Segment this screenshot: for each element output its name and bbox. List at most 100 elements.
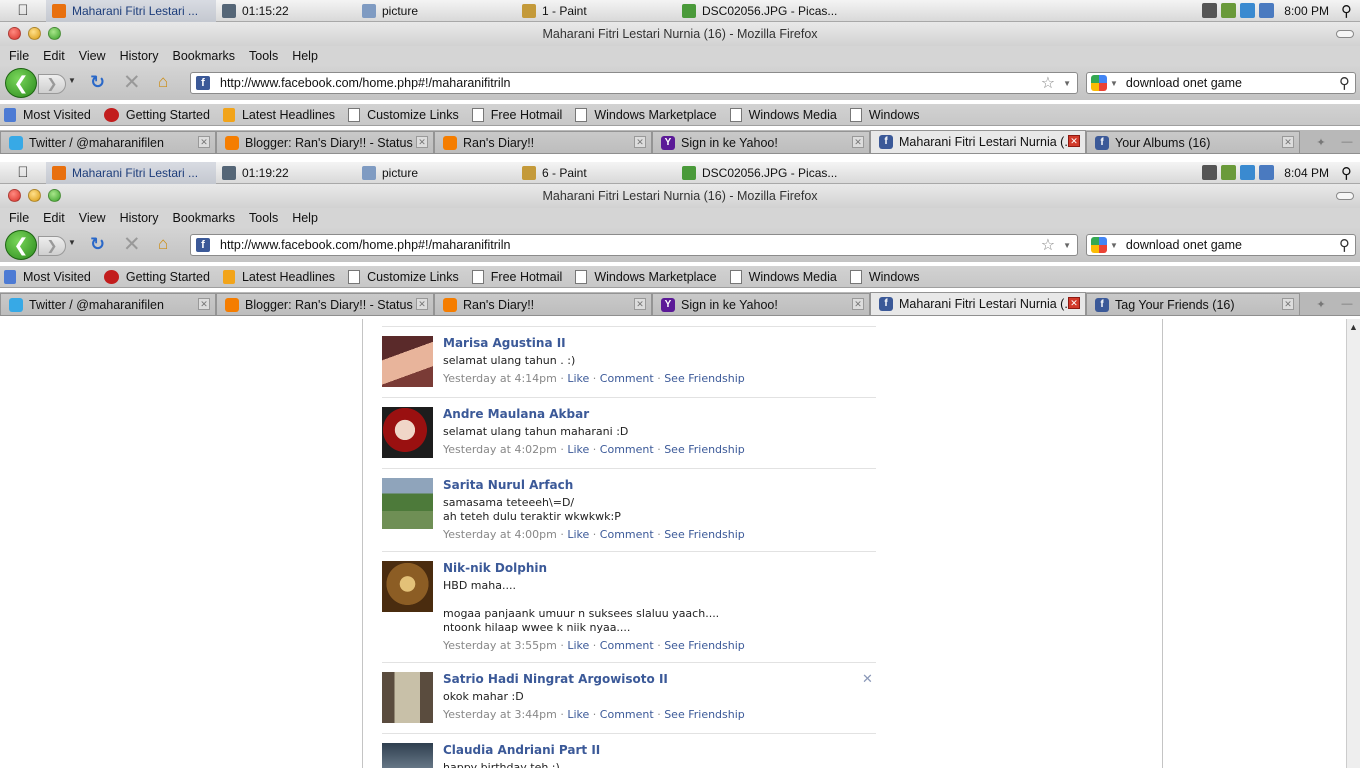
menu-view[interactable]: View [72, 211, 113, 225]
google-icon[interactable] [1091, 237, 1107, 253]
search-engine-dropdown-icon[interactable]: ▼ [1110, 241, 1118, 250]
tab-close-icon[interactable]: ✕ [852, 298, 864, 310]
url-text[interactable]: http://www.facebook.com/home.php#!/mahar… [220, 76, 1041, 90]
forward-button[interactable]: ❯ [38, 74, 66, 94]
back-button[interactable]: ❮ [5, 68, 37, 98]
search-bar[interactable]: ▼ download onet game ⚲ [1086, 72, 1356, 94]
menu-tools[interactable]: Tools [242, 211, 285, 225]
post-timestamp[interactable]: Yesterday at 3:44pm [443, 708, 557, 721]
taskbar-item[interactable]: Maharani Fitri Lestari ... [46, 161, 216, 184]
browser-tab[interactable]: f Your Albums (16) ✕ [1086, 131, 1300, 153]
taskbar-item[interactable]: Maharani Fitri Lestari ... [46, 0, 216, 22]
globe-icon[interactable] [1240, 3, 1256, 18]
poster-name-link[interactable]: Claudia Andriani Part II [443, 743, 863, 757]
taskbar-item[interactable]: 1 - Paint [516, 0, 676, 22]
taskbar-item[interactable]: picture [356, 162, 516, 184]
display-icon[interactable] [1202, 165, 1218, 180]
poster-name-link[interactable]: Satrio Hadi Ningrat Argowisoto II [443, 672, 863, 686]
poster-name-link[interactable]: Marisa Agustina II [443, 336, 863, 350]
bookmark-item[interactable]: Windows [846, 269, 920, 284]
bookmark-item[interactable]: Windows [846, 107, 920, 122]
menu-edit[interactable]: Edit [36, 211, 72, 225]
post-timestamp[interactable]: Yesterday at 3:55pm [443, 639, 557, 652]
browser-tab[interactable]: Y Sign in ke Yahoo! ✕ [652, 131, 870, 153]
close-window-icon[interactable] [8, 27, 21, 40]
taskbar-item[interactable]: picture [356, 0, 516, 22]
tray-app-icon[interactable] [1221, 165, 1237, 180]
comment-link[interactable]: Comment [600, 708, 654, 721]
forward-button[interactable]: ❯ [38, 236, 66, 256]
tab-close-icon[interactable]: ✕ [852, 136, 864, 148]
bookmark-item[interactable]: Latest Headlines [219, 107, 335, 122]
comment-link[interactable]: Comment [600, 443, 654, 456]
search-input[interactable]: download onet game [1126, 76, 1339, 90]
spotlight-icon[interactable]: ⚲ [1341, 164, 1352, 182]
taskbar-item[interactable]: 6 - Paint [516, 162, 676, 184]
bookmark-item[interactable]: Getting Started [100, 107, 210, 122]
zoom-window-icon[interactable] [48, 27, 61, 40]
google-icon[interactable] [1091, 75, 1107, 91]
menu-tools[interactable]: Tools [242, 49, 285, 63]
tab-close-icon[interactable]: ✕ [416, 298, 428, 310]
menu-help[interactable]: Help [285, 49, 325, 63]
minimize-window-icon[interactable] [28, 27, 41, 40]
browser-tab[interactable]: f Tag Your Friends (16) ✕ [1086, 293, 1300, 315]
history-dropdown-icon[interactable]: ▼ [68, 76, 76, 85]
see-friendship-link[interactable]: See Friendship [664, 443, 745, 456]
search-input[interactable]: download onet game [1126, 238, 1339, 252]
avatar[interactable] [382, 336, 433, 387]
tab-close-icon[interactable]: ✕ [634, 136, 646, 148]
apple-menu-icon[interactable]:  [0, 164, 46, 181]
tab-close-icon[interactable]: ✕ [1282, 136, 1294, 148]
tab-close-icon[interactable]: ✕ [198, 136, 210, 148]
list-all-tabs-icon[interactable]: ✦ [1308, 298, 1334, 311]
tab-close-icon[interactable]: ✕ [416, 136, 428, 148]
menu-bookmarks[interactable]: Bookmarks [165, 49, 242, 63]
taskbar-item[interactable]: DSC02056.JPG - Picas... [676, 162, 856, 184]
globe-icon[interactable] [1240, 165, 1256, 180]
bookmark-star-icon[interactable]: ☆ [1041, 73, 1055, 93]
browser-tab[interactable]: Blogger: Ran's Diary!! - Status ... ✕ [216, 131, 434, 153]
bookmark-item[interactable]: Free Hotmail [468, 107, 562, 122]
browser-tab[interactable]: Blogger: Ran's Diary!! - Status ... ✕ [216, 293, 434, 315]
browser-tab[interactable]: Twitter / @maharanifilen ✕ [0, 131, 216, 153]
url-dropdown-icon[interactable]: ▼ [1063, 241, 1071, 250]
browser-tab[interactable]: f Maharani Fitri Lestari Nurnia (... ✕ [870, 130, 1086, 153]
tray-app-icon[interactable] [1221, 3, 1237, 18]
browser-tab[interactable]: Ran's Diary!! ✕ [434, 293, 652, 315]
bookmark-item[interactable]: Getting Started [100, 269, 210, 284]
avatar[interactable] [382, 478, 433, 529]
bookmark-item[interactable]: Windows Marketplace [571, 107, 717, 122]
bookmark-item[interactable]: Most Visited [0, 107, 91, 122]
home-icon[interactable]: ⌂ [158, 72, 168, 92]
stop-icon[interactable]: ✕ [123, 70, 141, 95]
scroll-tabs-icon[interactable]: — [1334, 298, 1360, 310]
like-link[interactable]: Like [567, 639, 589, 652]
like-link[interactable]: Like [567, 372, 589, 385]
apple-menu-icon[interactable]:  [0, 2, 46, 19]
vertical-scrollbar[interactable]: ▲ [1346, 319, 1360, 768]
tab-close-icon[interactable]: ✕ [1068, 135, 1080, 147]
post-timestamp[interactable]: Yesterday at 4:00pm [443, 528, 557, 541]
see-friendship-link[interactable]: See Friendship [664, 708, 745, 721]
browser-tab[interactable]: f Maharani Fitri Lestari Nurnia (... ✕ [870, 292, 1086, 315]
menu-history[interactable]: History [113, 211, 166, 225]
avatar[interactable] [382, 561, 433, 612]
url-text[interactable]: http://www.facebook.com/home.php#!/mahar… [220, 238, 1041, 252]
like-link[interactable]: Like [567, 708, 589, 721]
bookmark-item[interactable]: Customize Links [344, 269, 459, 284]
reload-icon[interactable]: ↻ [90, 72, 105, 93]
poster-name-link[interactable]: Andre Maulana Akbar [443, 407, 863, 421]
comment-link[interactable]: Comment [600, 372, 654, 385]
toolbar-toggle-icon[interactable] [1336, 30, 1354, 38]
search-icon[interactable]: ⚲ [1339, 236, 1350, 254]
browser-tab[interactable]: Ran's Diary!! ✕ [434, 131, 652, 153]
minimize-window-icon[interactable] [28, 189, 41, 202]
post-timestamp[interactable]: Yesterday at 4:14pm [443, 372, 557, 385]
taskbar-item[interactable]: DSC02056.JPG - Picas... [676, 0, 856, 22]
comment-link[interactable]: Comment [600, 639, 654, 652]
scroll-tabs-icon[interactable]: — [1334, 136, 1360, 148]
bookmark-star-icon[interactable]: ☆ [1041, 235, 1055, 255]
network-icon[interactable] [1259, 165, 1275, 180]
taskbar-item[interactable]: 01:19:22 [216, 162, 356, 184]
